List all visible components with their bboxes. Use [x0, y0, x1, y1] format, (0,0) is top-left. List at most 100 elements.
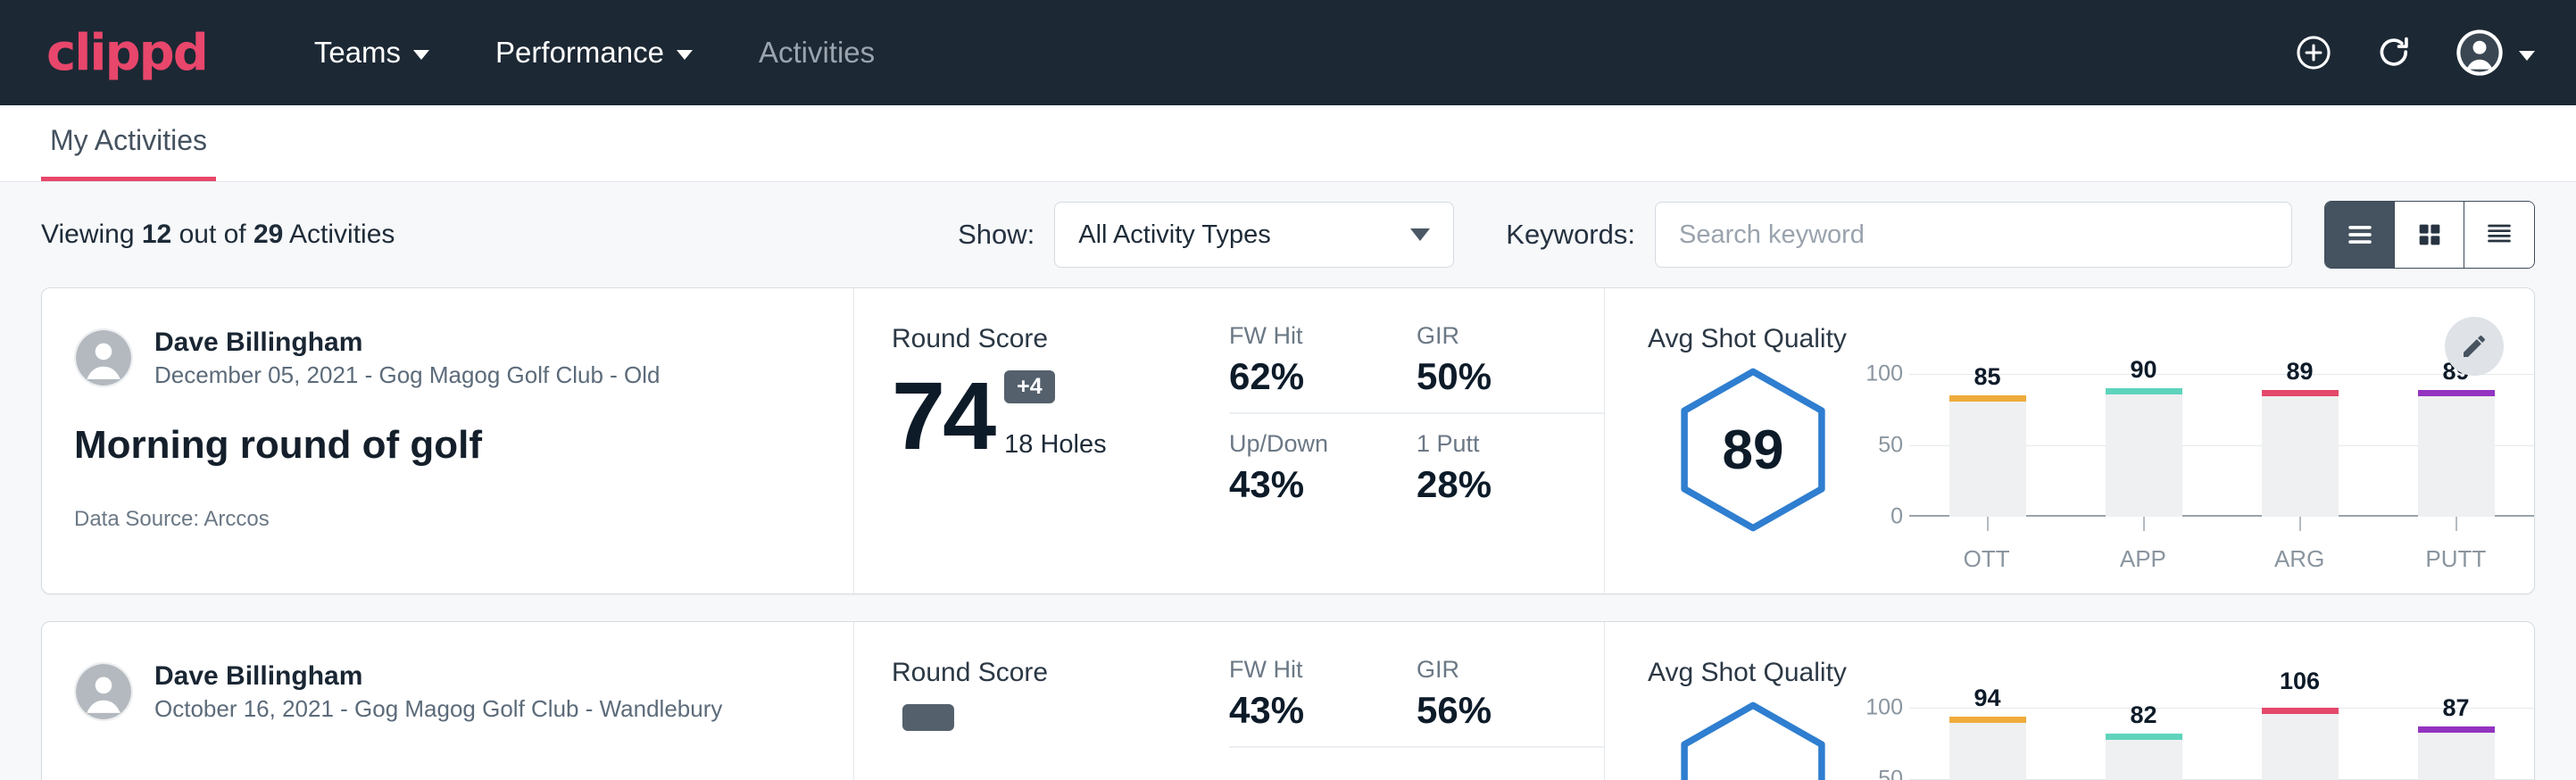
chart-x-ticks	[1909, 517, 2534, 531]
chart-plot-area: 100 50 0 85	[1858, 374, 2534, 517]
bar-cap	[2418, 390, 2495, 396]
round-score-block: Round Score 74 +4 18 Holes	[854, 288, 1229, 593]
quality-hexagon-wrap: 89	[1648, 358, 1858, 533]
bar-ott: 85	[1949, 374, 2026, 517]
view-mode-list-button[interactable]	[2325, 202, 2395, 268]
score-to-par-badge	[902, 704, 954, 731]
filter-controls: Show: All Activity Types Keywords:	[958, 201, 2535, 269]
bar-cap	[2262, 390, 2339, 396]
viewing-prefix: Viewing	[41, 220, 142, 249]
player-name: Dave Billingham	[154, 326, 661, 360]
chart-bars-area: 85 90	[1908, 374, 2534, 517]
edit-activity-button[interactable]	[2445, 317, 2504, 376]
activity-card[interactable]: Dave Billingham December 05, 2021 - Gog …	[41, 287, 2535, 594]
plus-circle-icon[interactable]	[2294, 33, 2333, 72]
stat-1-putt: 1 Putt 28%	[1417, 414, 1604, 506]
bar-rect	[2106, 734, 2182, 780]
x-tick	[1949, 517, 2026, 531]
view-mode-grid-button[interactable]	[2395, 202, 2464, 268]
activity-author: Dave Billingham October 16, 2021 - Gog M…	[74, 660, 853, 725]
bar-rect	[2262, 390, 2339, 517]
round-score-block: Round Score	[854, 622, 1229, 780]
tab-my-activities[interactable]: My Activities	[41, 124, 216, 181]
bar-app: 90	[2106, 374, 2182, 517]
activity-author-text: Dave Billingham October 16, 2021 - Gog M…	[154, 660, 722, 725]
stat-fw-hit: FW Hit 43%	[1229, 656, 1417, 748]
viewing-count: 12	[142, 220, 171, 249]
activity-title: Morning round of golf	[74, 423, 853, 468]
bar-rect	[1949, 717, 2026, 780]
bar-cap	[2106, 388, 2182, 394]
stat-value: 62%	[1229, 355, 1390, 398]
viewing-total: 29	[253, 220, 283, 249]
bar-cap	[2418, 726, 2495, 733]
y-tick-0: 0	[1890, 504, 1903, 530]
round-score-label: Round Score	[892, 658, 1229, 688]
stat-label: GIR	[1417, 322, 1577, 350]
bar-value: 94	[1949, 685, 2026, 712]
avg-shot-quality-label: Avg Shot Quality	[1648, 324, 2534, 354]
round-score-side	[902, 704, 954, 780]
stat-label: 1 Putt	[1417, 430, 1577, 458]
quality-hexagon	[1673, 701, 1833, 780]
chart-plot-area: 100 50 0 94	[1858, 708, 2534, 780]
player-name: Dave Billingham	[154, 660, 722, 693]
x-label-arg: ARG	[2261, 545, 2338, 573]
avatar	[74, 662, 133, 721]
stat-value: 43%	[1229, 463, 1390, 506]
viewing-suffix: Activities	[283, 220, 395, 249]
primary-nav-links: Teams Performance Activities	[314, 36, 875, 70]
chart-bars: 94 82	[1909, 708, 2534, 780]
search-input[interactable]	[1655, 202, 2292, 268]
y-tick-50: 50	[1878, 433, 1903, 459]
chart-bars: 85 90	[1909, 374, 2534, 517]
avatar	[74, 328, 133, 387]
bar-value: 82	[2106, 701, 2182, 729]
bar-value: 106	[2262, 668, 2339, 695]
avg-shot-quality-body: 89 100 50 0	[1648, 358, 2534, 573]
bar-rect	[2106, 388, 2182, 517]
bar-cap	[2106, 734, 2182, 740]
activity-type-select[interactable]: All Activity Types	[1054, 202, 1454, 268]
account-avatar-icon[interactable]	[2455, 28, 2535, 78]
score-to-par-badge: +4	[1004, 370, 1055, 403]
round-score-side: +4 18 Holes	[1004, 370, 1106, 460]
x-label-putt: PUTT	[2417, 545, 2494, 573]
round-stats-grid: FW Hit 62% GIR 50% Up/Down 43% 1 Putt 28…	[1229, 288, 1604, 593]
chevron-down-icon	[2519, 51, 2535, 61]
quality-hexagon-value	[1673, 701, 1833, 780]
tab-bar: My Activities	[0, 105, 2576, 182]
bar-value: 87	[2418, 694, 2495, 722]
activity-card[interactable]: Dave Billingham October 16, 2021 - Gog M…	[41, 621, 2535, 780]
activity-summary: Dave Billingham October 16, 2021 - Gog M…	[42, 622, 854, 780]
nav-item-activities[interactable]: Activities	[759, 36, 875, 70]
nav-item-teams[interactable]: Teams	[314, 36, 429, 70]
view-mode-compact-button[interactable]	[2464, 202, 2534, 268]
x-label-ott: OTT	[1949, 545, 2025, 573]
top-navigation-bar: clippd Teams Performance Activities	[0, 0, 2576, 105]
refresh-icon[interactable]	[2374, 33, 2414, 72]
round-stats-grid: FW Hit 43% GIR 56%	[1229, 622, 1604, 780]
app-logo[interactable]: clippd	[46, 24, 207, 82]
bar-arg: 89	[2262, 374, 2339, 517]
activity-card-list: Dave Billingham December 05, 2021 - Gog …	[0, 287, 2576, 780]
x-tick	[2418, 517, 2495, 531]
stat-gir: GIR 56%	[1417, 656, 1604, 748]
holes-played: 18 Holes	[1004, 430, 1106, 460]
activity-meta: October 16, 2021 - Gog Magog Golf Club -…	[154, 693, 722, 725]
round-score-value-row	[892, 704, 1229, 780]
quality-hexagon-value: 89	[1673, 367, 1833, 533]
bar-value: 90	[2106, 356, 2182, 384]
round-score-label: Round Score	[892, 324, 1229, 354]
shot-quality-bar-chart: 100 50 0 94	[1858, 692, 2534, 780]
bar-arg: 106	[2262, 708, 2339, 780]
avg-shot-quality-block: Avg Shot Quality 89 100 50	[1604, 288, 2534, 593]
view-mode-toggle-group	[2324, 201, 2535, 269]
stat-label: FW Hit	[1229, 656, 1390, 684]
nav-item-performance[interactable]: Performance	[495, 36, 693, 70]
stat-label: GIR	[1417, 656, 1577, 684]
bar-cap	[1949, 717, 2026, 723]
bar-cap	[1949, 395, 2026, 402]
bar-app: 82	[2106, 708, 2182, 780]
nav-item-activities-label: Activities	[759, 36, 875, 70]
